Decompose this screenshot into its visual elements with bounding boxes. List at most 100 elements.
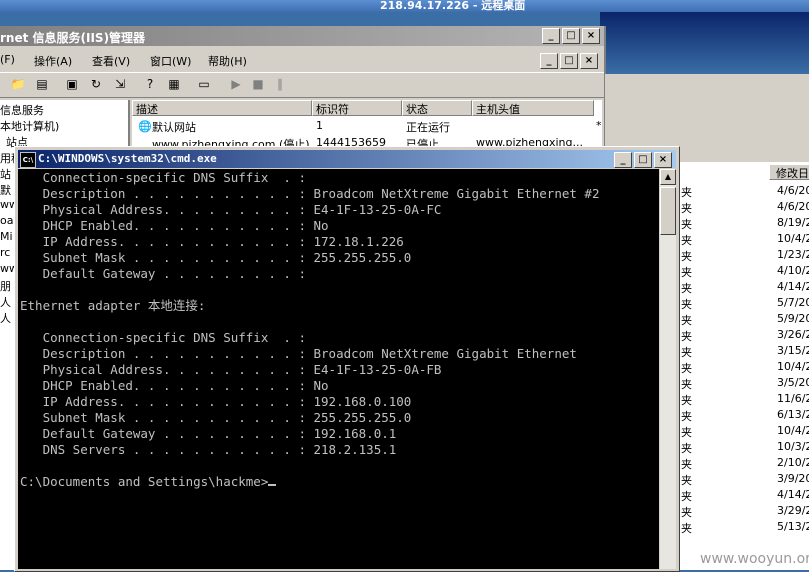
column-header-description[interactable]: 描述 <box>132 100 312 116</box>
cmd-output-line: Physical Address. . . . . . . . . : E4-1… <box>20 202 442 217</box>
menu-view[interactable]: 查看(V) <box>92 53 130 69</box>
close-button[interactable]: × <box>582 28 600 44</box>
mdi-close-button[interactable]: × <box>580 53 598 69</box>
pause-icon[interactable]: ∥ <box>272 76 288 92</box>
cmd-icon: C:\ <box>20 152 36 168</box>
explorer-item-type: 夹 <box>681 330 692 343</box>
cmd-minimize-button[interactable]: _ <box>614 152 632 168</box>
explorer-item-date: 5/9/20 <box>777 312 809 325</box>
column-header-status[interactable]: 状态 <box>402 100 472 116</box>
cmd-output-line: IP Address. . . . . . . . . . . . : 172.… <box>20 234 404 249</box>
minimize-button[interactable]: _ <box>542 28 560 44</box>
explorer-item-type: 夹 <box>681 522 692 535</box>
export-icon[interactable]: ⇲ <box>112 76 128 92</box>
console-icon[interactable]: ▦ <box>166 76 182 92</box>
explorer-item-type: 夹 <box>681 410 692 423</box>
explorer-item-type: 夹 <box>681 314 692 327</box>
cmd-title-text: C:\WINDOWS\system32\cmd.exe <box>38 152 217 165</box>
cmd-cursor <box>268 484 277 486</box>
cmd-output-line: Default Gateway . . . . . . . . . : <box>20 266 306 281</box>
explorer-item-date: 5/13/2 <box>777 520 809 533</box>
explorer-item-date: 3/15/2 <box>777 344 809 357</box>
cmd-titlebar[interactable]: C:\ C:\WINDOWS\system32\cmd.exe _ □ × <box>18 150 676 168</box>
explorer-item-date: 1/23/2 <box>777 248 809 261</box>
site-name[interactable]: 默认网站 <box>152 119 196 135</box>
tree-item[interactable]: 人 <box>0 310 11 326</box>
menu-window[interactable]: 窗口(W) <box>150 53 191 69</box>
mdi-minimize-button[interactable]: _ <box>540 53 558 69</box>
explorer-item-type: 夹 <box>681 234 692 247</box>
cmd-output-line: Subnet Mask . . . . . . . . . . . : 255.… <box>20 410 412 425</box>
tree-item[interactable]: 人 <box>0 294 11 310</box>
site-status: 正在运行 <box>406 121 450 134</box>
show-tree-icon[interactable]: ▤ <box>34 76 50 92</box>
explorer-item-type: 夹 <box>681 474 692 487</box>
cmd-output-line: Default Gateway . . . . . . . . . : 192.… <box>20 426 397 441</box>
properties-icon[interactable]: ▣ <box>64 76 80 92</box>
tree-item[interactable]: 本地计算机) <box>0 118 59 134</box>
explorer-item-type: 夹 <box>681 186 692 199</box>
cmd-close-button[interactable]: × <box>654 152 672 168</box>
background-window-titlebar <box>600 12 809 74</box>
site-globe-icon: 🌐 <box>138 120 152 133</box>
tree-item[interactable]: Mi <box>0 230 13 243</box>
explorer-item-date: 10/3/2 <box>777 440 809 453</box>
cmd-prompt[interactable]: C:\Documents and Settings\hackme> <box>20 474 268 489</box>
tree-item[interactable]: 朋 <box>0 278 11 294</box>
refresh-icon[interactable]: ↻ <box>88 76 104 92</box>
explorer-item-date: 10/4/2 <box>777 424 809 437</box>
column-header-host[interactable]: 主机头值 <box>472 100 594 116</box>
iis-titlebar[interactable]: rnet 信息服务(IIS)管理器 _ □ × <box>0 26 604 46</box>
column-header-modified[interactable]: 修改日 <box>769 164 809 180</box>
up-folder-icon[interactable]: 📁 <box>10 76 26 92</box>
watermark-text: www.wooyun.org <box>700 551 809 567</box>
menu-help[interactable]: 帮助(H) <box>208 53 247 69</box>
explorer-item-date: 4/6/20 <box>777 200 809 213</box>
cmd-output-line: DHCP Enabled. . . . . . . . . . . : No <box>20 218 329 233</box>
cmd-output-line: Description . . . . . . . . . . . : Broa… <box>20 186 600 201</box>
tree-item[interactable]: oa <box>0 214 13 227</box>
cmd-output: Connection-specific DNS Suffix . : Descr… <box>20 170 599 490</box>
explorer-item-date: 4/14/2 <box>777 280 809 293</box>
mdi-restore-button[interactable]: □ <box>560 53 578 69</box>
computer-icon[interactable]: ▭ <box>196 76 212 92</box>
cmd-output-line: Subnet Mask . . . . . . . . . . . : 255.… <box>20 250 412 265</box>
explorer-item-date: 5/7/20 <box>777 296 809 309</box>
stop-icon[interactable]: ■ <box>250 76 266 92</box>
explorer-item-date: 2/10/2 <box>777 456 809 469</box>
explorer-item-type: 夹 <box>681 426 692 439</box>
tree-item[interactable]: 站 <box>0 166 11 182</box>
column-header-identifier[interactable]: 标识符 <box>312 100 402 116</box>
explorer-item-type: 夹 <box>681 266 692 279</box>
remote-desktop-bar: 218.94.17.226 - 远程桌面 <box>0 0 809 12</box>
cmd-window: C:\ C:\WINDOWS\system32\cmd.exe _ □ × Co… <box>14 146 680 572</box>
cmd-console[interactable]: Connection-specific DNS Suffix . : Descr… <box>18 169 659 569</box>
play-icon[interactable]: ▶ <box>228 76 244 92</box>
cmd-output-line: Physical Address. . . . . . . . . : E4-1… <box>20 362 442 377</box>
menu-action[interactable]: 操作(A) <box>34 53 72 69</box>
maximize-button[interactable]: □ <box>562 28 580 44</box>
help-icon[interactable]: ? <box>142 76 158 92</box>
scroll-thumb[interactable] <box>660 187 676 235</box>
cmd-maximize-button[interactable]: □ <box>634 152 652 168</box>
tree-item[interactable]: 信息服务 <box>0 102 44 118</box>
cmd-output-line: Connection-specific DNS Suffix . : <box>20 330 306 345</box>
explorer-item-type: 夹 <box>681 362 692 375</box>
explorer-item-type: 夹 <box>681 282 692 295</box>
tree-item[interactable]: rc <box>0 246 10 259</box>
explorer-item-date: 4/6/20 <box>777 184 809 197</box>
explorer-item-date: 10/4/2 <box>777 232 809 245</box>
cmd-window-controls: _ □ × <box>614 152 672 168</box>
tree-item[interactable]: 默 <box>0 182 11 198</box>
explorer-item-type: 夹 <box>681 378 692 391</box>
scroll-up-arrow-icon[interactable]: ▲ <box>660 169 676 185</box>
explorer-item-date: 3/29/2 <box>777 504 809 517</box>
explorer-item-type: 夹 <box>681 442 692 455</box>
explorer-item-type: 夹 <box>681 506 692 519</box>
explorer-item-date: 11/6/2 <box>777 392 809 405</box>
cmd-scrollbar[interactable]: ▲ <box>660 169 676 569</box>
explorer-item-date: 8/19/2 <box>777 216 809 229</box>
explorer-item-type: 夹 <box>681 458 692 471</box>
explorer-item-date: 3/9/20 <box>777 472 809 485</box>
menu-file[interactable]: (F) <box>0 53 15 66</box>
